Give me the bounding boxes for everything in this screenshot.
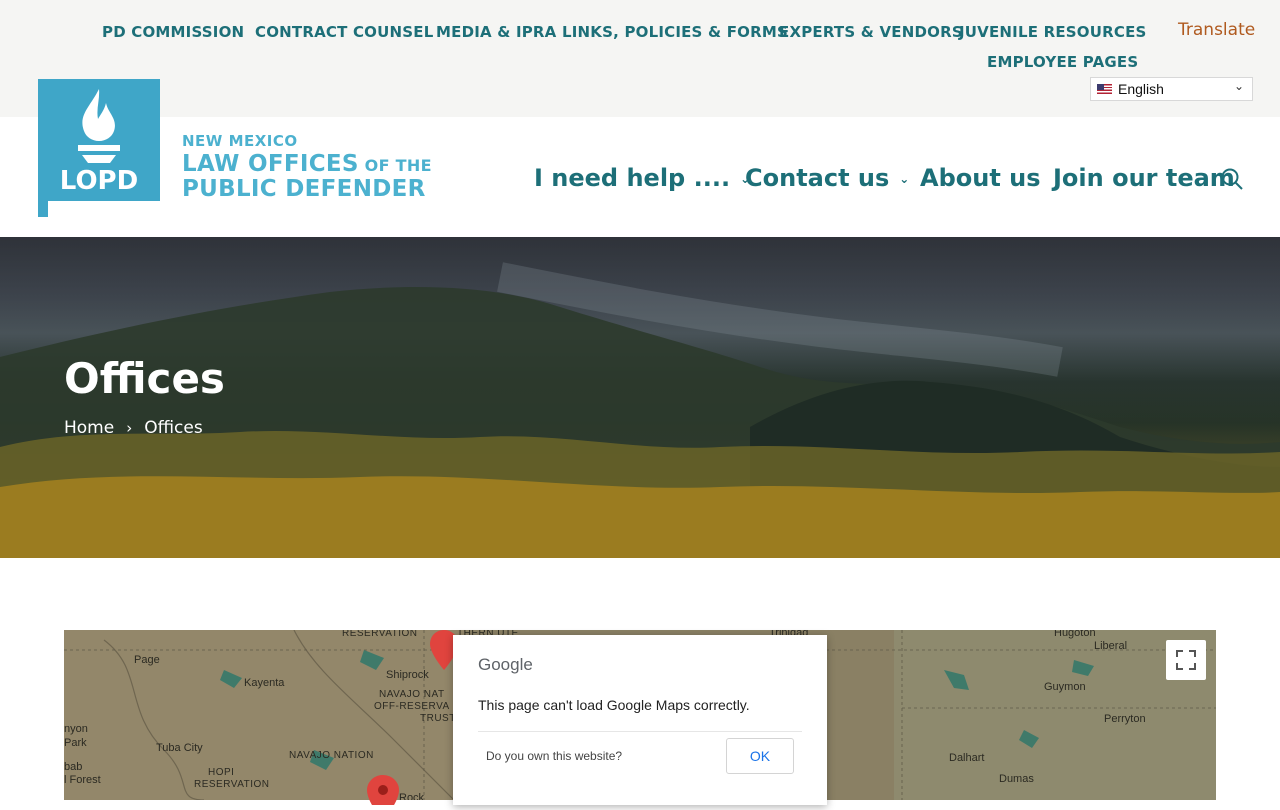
error-message: This page can't load Google Maps correct…: [478, 697, 750, 713]
map-label: Dumas: [999, 773, 1034, 785]
nav-item-contact-us[interactable]: Contact us ⌄: [745, 164, 909, 192]
map-label: nyon: [64, 723, 88, 735]
own-website-link[interactable]: Do you own this website?: [486, 749, 622, 763]
map-label: Dalhart: [949, 752, 985, 764]
map-label: Perryton: [1104, 713, 1146, 725]
nav-item-label: I need help ....: [534, 164, 731, 192]
map-label: OFF-RESERVA: [374, 701, 450, 712]
nav-item-label: About us: [920, 164, 1041, 192]
logo-line-law-offices: LAW OFFICES OF THE: [182, 153, 432, 176]
util-link-employee-pages[interactable]: EMPLOYEE PAGES: [987, 53, 1138, 71]
fullscreen-button[interactable]: [1166, 640, 1206, 680]
breadcrumb-home[interactable]: Home: [64, 418, 114, 438]
dialog-divider: [478, 731, 802, 732]
nav-item-join-our-team[interactable]: Join our team: [1053, 164, 1235, 192]
util-link-links-policies-forms[interactable]: LINKS, POLICIES & FORMS: [562, 23, 788, 41]
page-title: Offices: [64, 354, 225, 403]
util-link-pd-commission[interactable]: PD COMMISSION: [102, 23, 244, 41]
logo-line-public-defender: PUBLIC DEFENDER: [182, 176, 426, 202]
map-label: Page: [134, 654, 160, 666]
nav-item-about-us[interactable]: About us: [920, 164, 1041, 192]
google-logo: Google: [478, 655, 533, 674]
ok-button[interactable]: OK: [726, 738, 794, 774]
map-label: HOPI: [208, 767, 235, 778]
map-label: Shiprock: [386, 669, 429, 681]
map-label: Tuba City: [156, 742, 203, 754]
map-label: l Forest: [64, 774, 101, 786]
map-label: RESERVATION: [194, 779, 270, 790]
logo-line-of-the: OF THE: [358, 156, 432, 175]
logo-wordmark[interactable]: NEW MEXICO LAW OFFICES OF THE PUBLIC DEF…: [182, 134, 432, 201]
maps-error-dialog: Google This page can't load Google Maps …: [453, 635, 827, 805]
search-icon: [1221, 168, 1243, 190]
map-label: NAVAJO NAT: [379, 689, 445, 700]
translate-label: Translate: [1178, 20, 1256, 40]
nav-item-i-need-help[interactable]: I need help .... ⌄: [534, 164, 750, 192]
map-label: Hugoton: [1054, 630, 1096, 639]
nav-item-label: Contact us: [745, 164, 890, 192]
util-link-experts-vendors[interactable]: EXPERTS & VENDORS: [779, 23, 963, 41]
chevron-down-icon: ⌄: [1233, 79, 1244, 93]
logo-badge-text: LOPD: [60, 166, 138, 196]
util-link-contract-counsel[interactable]: CONTRACT COUNSEL: [255, 23, 433, 41]
map-label: Liberal: [1094, 640, 1128, 652]
map-pin-icon[interactable]: [366, 775, 400, 810]
breadcrumb: Home › Offices: [64, 418, 203, 438]
search-button[interactable]: [1220, 167, 1244, 191]
language-select-value: English: [1118, 81, 1164, 97]
breadcrumb-current: Offices: [144, 418, 203, 438]
fullscreen-icon: [1176, 650, 1196, 670]
map-label: Guymon: [1044, 681, 1086, 693]
chevron-down-icon: ⌄: [899, 172, 910, 186]
map-label: Kayenta: [244, 677, 285, 689]
logo-line-law-offices-main: LAW OFFICES: [182, 151, 359, 177]
nav-item-label: Join our team: [1053, 164, 1235, 192]
language-select[interactable]: English ⌄: [1090, 77, 1253, 101]
util-link-juvenile-resources[interactable]: JUVENILE RESOURCES: [959, 23, 1147, 41]
us-flag-icon: [1097, 84, 1112, 94]
util-link-media-ipra[interactable]: MEDIA & IPRA: [436, 23, 556, 41]
chevron-right-icon: ›: [126, 419, 133, 437]
map-label: bab: [64, 761, 83, 773]
map-label: Park: [64, 737, 87, 749]
map-label: NAVAJO NATION: [289, 750, 374, 761]
lopd-logo-badge[interactable]: LOPD: [38, 79, 160, 217]
logo-line-new-mexico: NEW MEXICO: [182, 132, 298, 150]
map-label: RESERVATION: [342, 630, 418, 639]
map-label: Rock: [399, 792, 425, 800]
